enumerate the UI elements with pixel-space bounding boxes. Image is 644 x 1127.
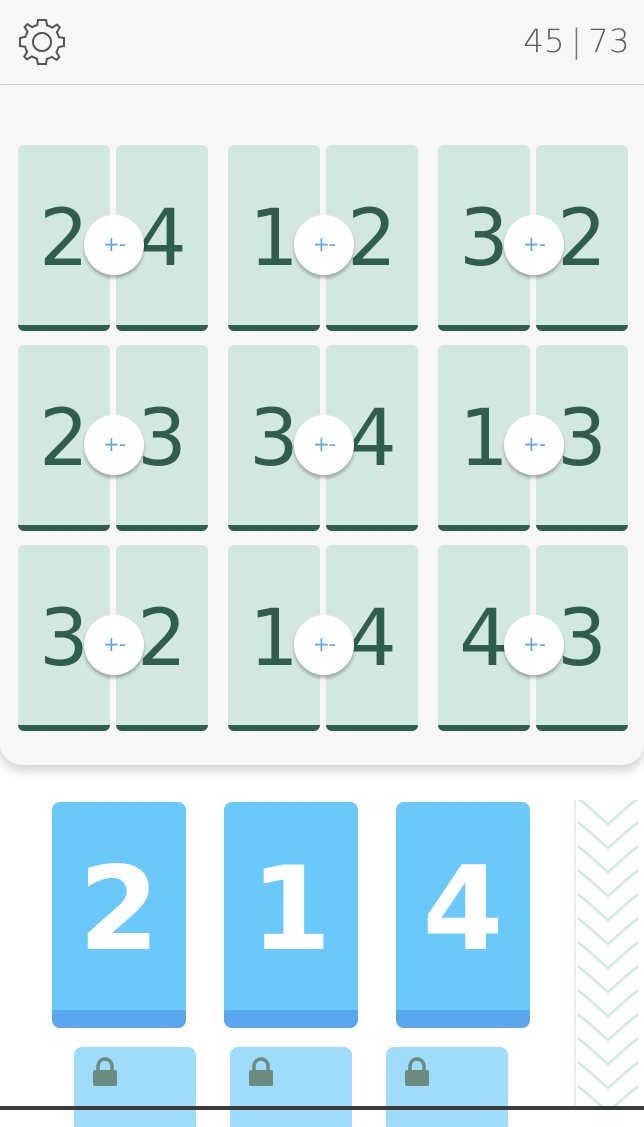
locked-answer-tile xyxy=(386,1047,508,1127)
score-counter: 45 | 73 xyxy=(523,22,630,60)
operator-toggle-button[interactable]: +- xyxy=(504,215,564,275)
operator-toggle-button[interactable]: +- xyxy=(84,415,144,475)
tile-value: 4 xyxy=(347,594,397,684)
operator-label: +- xyxy=(103,232,126,256)
tile-value: 4 xyxy=(347,394,397,484)
tile-value: 3 xyxy=(557,594,607,684)
answer-tile[interactable]: 2 xyxy=(52,802,186,1028)
operator-toggle-button[interactable]: +- xyxy=(504,615,564,675)
operator-label: +- xyxy=(313,632,336,656)
tile-value: 3 xyxy=(249,394,299,484)
operator-toggle-button[interactable]: +- xyxy=(504,415,564,475)
operator-label: +- xyxy=(103,432,126,456)
tile-value: 3 xyxy=(137,394,187,484)
operator-label: +- xyxy=(523,232,546,256)
tile-value: 2 xyxy=(137,594,187,684)
tile-value: 4 xyxy=(459,594,509,684)
operator-label: +- xyxy=(103,632,126,656)
operator-toggle-button[interactable]: +- xyxy=(84,215,144,275)
tile-value: 2 xyxy=(557,194,607,284)
lock-icon xyxy=(249,1057,273,1086)
operator-toggle-button[interactable]: +- xyxy=(294,615,354,675)
answer-tile[interactable]: 4 xyxy=(396,802,530,1028)
tile-value: 2 xyxy=(347,194,397,284)
score-current: 45 xyxy=(523,22,565,60)
number-pair[interactable]: 3 2 +- xyxy=(438,145,628,331)
top-bar: 45 | 73 xyxy=(0,0,644,85)
number-pair[interactable]: 3 4 +- xyxy=(228,345,418,531)
locked-answer-tile xyxy=(230,1047,352,1127)
answer-value: 1 xyxy=(250,842,332,977)
bottom-edge xyxy=(0,1106,644,1110)
chevron-down-pattern-icon xyxy=(574,800,639,1110)
tile-value: 3 xyxy=(557,394,607,484)
number-pair[interactable]: 3 2 +- xyxy=(18,545,208,731)
answer-value: 2 xyxy=(78,842,160,977)
operator-label: +- xyxy=(523,632,546,656)
operator-toggle-button[interactable]: +- xyxy=(294,415,354,475)
operator-label: +- xyxy=(523,432,546,456)
gear-icon[interactable] xyxy=(16,16,68,68)
tile-value: 3 xyxy=(39,594,89,684)
tile-value: 1 xyxy=(249,194,299,284)
operator-toggle-button[interactable]: +- xyxy=(294,215,354,275)
answer-tile[interactable]: 1 xyxy=(224,802,358,1028)
tile-value: 2 xyxy=(39,194,89,284)
operator-label: +- xyxy=(313,232,336,256)
number-pair[interactable]: 4 3 +- xyxy=(438,545,628,731)
operator-label: +- xyxy=(313,432,336,456)
lock-icon xyxy=(93,1057,117,1086)
score-separator: | xyxy=(571,22,583,60)
tile-value: 4 xyxy=(137,194,187,284)
number-pair[interactable]: 2 3 +- xyxy=(18,345,208,531)
tile-value: 3 xyxy=(459,194,509,284)
lock-icon xyxy=(405,1057,429,1086)
tile-value: 2 xyxy=(39,394,89,484)
score-total: 73 xyxy=(588,22,630,60)
puzzle-board: 2 4 +- 1 2 +- 3 2 +- 2 3 +- 3 4 +- 1 3 +… xyxy=(0,85,644,765)
number-pair[interactable]: 1 2 +- xyxy=(228,145,418,331)
locked-answer-tile xyxy=(74,1047,196,1127)
number-pair[interactable]: 2 4 +- xyxy=(18,145,208,331)
answer-value: 4 xyxy=(422,842,504,977)
number-pair[interactable]: 1 4 +- xyxy=(228,545,418,731)
tile-value: 1 xyxy=(249,594,299,684)
tile-value: 1 xyxy=(459,394,509,484)
operator-toggle-button[interactable]: +- xyxy=(84,615,144,675)
number-pair[interactable]: 1 3 +- xyxy=(438,345,628,531)
